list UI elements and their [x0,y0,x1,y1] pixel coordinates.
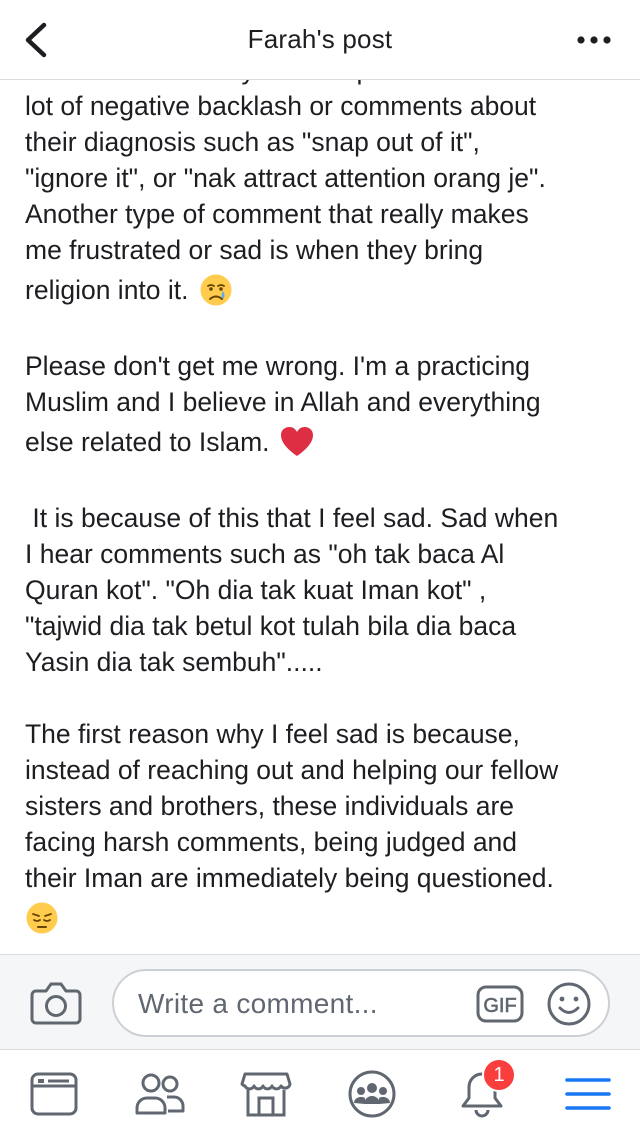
crying-face-emoji [200,274,232,306]
menu-icon [565,1078,611,1110]
post-text-line: else related to Islam. [25,427,270,457]
tab-news-feed[interactable] [24,1064,84,1124]
smiley-icon [547,982,591,1026]
gif-button[interactable]: GIF [476,985,524,1023]
post-content: who admit that they have depression face… [0,80,640,954]
post-text-line: lot of negative backlash or comments abo… [25,91,537,121]
post-text-line: facing harsh comments, being judged and [25,827,518,857]
tab-menu[interactable] [558,1064,618,1124]
post-text-line: me frustrated or sad is when they bring [25,235,484,265]
gif-icon: GIF [476,985,524,1023]
post-text-line: who admit that they have depression face… [25,80,622,88]
friends-icon [135,1073,185,1115]
post-text-line: Please don't get me wrong. I'm a practic… [25,351,531,381]
tab-groups[interactable] [342,1064,402,1124]
post-text-line: Yasin dia tak sembuh"..... [25,647,323,677]
post-text-line: Another type of comment that really make… [25,199,529,229]
groups-icon [348,1070,396,1118]
more-horizontal-icon [577,36,611,44]
post-text-line-with-emoji: else related to Islam. [25,420,622,464]
comment-placeholder: Write a comment... [138,988,378,1019]
post-emoji-line [25,896,622,940]
comment-composer: Write a comment... GIF [0,954,640,1050]
post-text-line-with-emoji: religion into it. [25,268,622,312]
post-text-line: "ignore it", or "nak attract attention o… [25,163,546,193]
post-text-line: their diagnosis such as "snap out of it"… [25,127,480,157]
top-bar: Farah's post [0,0,640,80]
comment-input[interactable]: Write a comment... GIF [112,969,610,1037]
bottom-tab-bar: 1 [0,1050,640,1136]
notification-count-badge: 1 [482,1058,516,1092]
tab-marketplace[interactable] [236,1064,296,1124]
camera-icon [30,982,82,1025]
post-text-line: Muslim and I believe in Allah and everyt… [25,387,541,417]
post-text-line: It is because of this that I feel sad. S… [25,503,559,533]
more-options-button[interactable] [572,24,616,56]
camera-button[interactable] [30,979,82,1025]
gif-label: GIF [483,995,516,1017]
post-text-line: instead of reaching out and helping our … [25,755,559,785]
pensive-face-emoji [26,902,58,934]
red-heart-emoji [280,427,313,456]
tab-notifications[interactable]: 1 [452,1058,516,1124]
post-text-line: I hear comments such as "oh tak baca Al [25,539,505,569]
tab-friends[interactable] [130,1064,190,1124]
marketplace-icon [240,1072,292,1117]
post-text-line: Quran kot". "Oh dia tak kuat Iman kot" , [25,575,487,605]
sticker-button[interactable] [546,981,592,1027]
post-text-line: their Iman are immediately being questio… [25,863,554,893]
post-text-line: sisters and brothers, these individuals … [25,791,515,821]
page-title: Farah's post [247,24,393,54]
post-screen: Farah's post who admit that they have de… [0,0,640,1136]
news-feed-icon [30,1072,78,1116]
post-text-line: The first reason why I feel sad is becau… [25,719,520,749]
post-text-line: "tajwid dia tak betul kot tulah bila dia… [25,611,517,641]
post-text-line: religion into it. [25,275,189,305]
